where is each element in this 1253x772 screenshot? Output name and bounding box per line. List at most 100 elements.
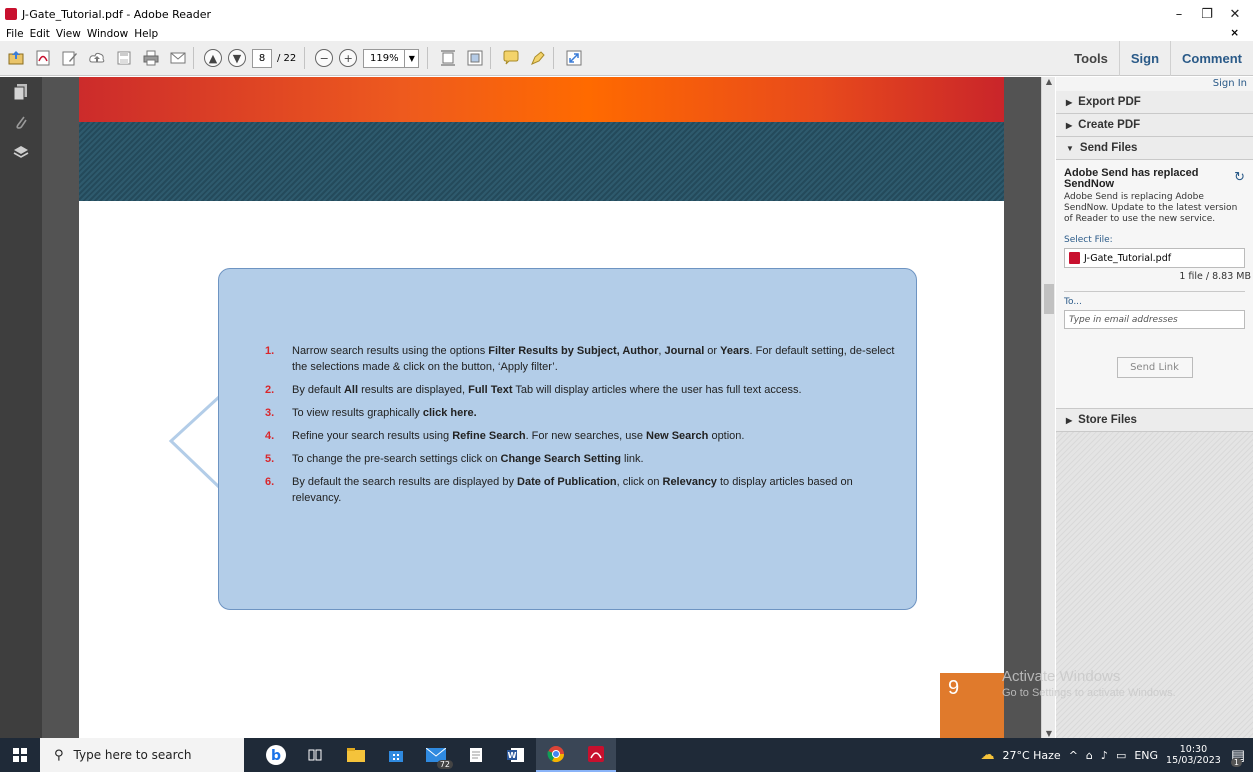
weather-text[interactable]: 27°C Haze xyxy=(1002,749,1060,762)
menu-view[interactable]: View xyxy=(56,28,81,40)
export-pdf-section[interactable]: ▶ Export PDF xyxy=(1056,91,1253,114)
refresh-icon[interactable]: ↻ xyxy=(1234,170,1245,185)
adobe-reader-taskbar-icon[interactable] xyxy=(576,738,616,772)
page-thumbnails-icon[interactable] xyxy=(0,77,42,107)
weather-icon[interactable]: ☁ xyxy=(980,747,994,763)
close-button[interactable]: ✕ xyxy=(1221,4,1249,24)
create-pdf-section[interactable]: ▶ Create PDF xyxy=(1056,114,1253,137)
list-item: 1. Narrow search results using the option… xyxy=(265,345,895,373)
minimize-button[interactable]: – xyxy=(1165,4,1193,24)
vertical-scrollbar[interactable]: ▲ ▼ xyxy=(1041,77,1055,738)
tools-panel: Sign In ▶ Export PDF ▶ Create PDF ▼ Send Fi… xyxy=(1056,77,1253,738)
zoom-level-input[interactable]: 119% xyxy=(363,48,406,68)
close-document-button[interactable]: × xyxy=(1230,27,1239,39)
expand-icon: ▶ xyxy=(1066,97,1073,107)
page-count: / 22 xyxy=(277,52,297,64)
store-icon[interactable] xyxy=(376,738,416,772)
list-item: 2. By default All results are displayed, … xyxy=(265,384,802,396)
list-item: 4. Refine your search results using Refin… xyxy=(265,430,745,442)
save-icon[interactable] xyxy=(113,47,135,69)
tab-sign[interactable]: Sign xyxy=(1118,41,1170,76)
document-view[interactable]: 1. Narrow search results using the option… xyxy=(42,77,1041,738)
restore-button[interactable]: ❐ xyxy=(1193,4,1221,24)
zoom-out-icon[interactable]: − xyxy=(315,49,334,67)
send-link-button[interactable]: Send Link xyxy=(1116,357,1193,378)
layers-icon[interactable] xyxy=(0,137,42,167)
previous-page-icon[interactable]: ▲ xyxy=(204,49,222,67)
toolbar: ▲ ▼ 8 / 22 − + 119% ▼ Tools Sign Comment xyxy=(0,41,1253,76)
edit-pdf-icon[interactable] xyxy=(59,47,81,69)
send-files-section[interactable]: ▼ Send Files xyxy=(1056,137,1253,160)
scroll-up-icon[interactable]: ▲ xyxy=(1042,77,1056,86)
email-input[interactable]: Type in email addresses xyxy=(1064,310,1245,329)
sign-in-link[interactable]: Sign In xyxy=(1056,77,1253,91)
task-view-icon[interactable] xyxy=(296,738,336,772)
send-description: Adobe Send is replacing Adobe SendNow. U… xyxy=(1064,192,1238,224)
menu-help[interactable]: Help xyxy=(134,28,158,40)
clock-date: 15/03/2023 xyxy=(1166,755,1221,766)
highlight-icon[interactable] xyxy=(527,47,549,69)
notepad-icon[interactable] xyxy=(456,738,496,772)
zoom-in-icon[interactable]: + xyxy=(339,49,358,67)
svg-text:b: b xyxy=(271,748,281,764)
search-placeholder: Type here to search xyxy=(73,748,192,762)
zoom-dropdown-icon[interactable]: ▼ xyxy=(405,48,420,68)
volume-icon[interactable]: ♪ xyxy=(1101,749,1108,762)
activation-watermark: Activate Windows Go to Settings to activ… xyxy=(1002,668,1176,699)
network-icon[interactable]: ⌂ xyxy=(1086,749,1093,762)
email-icon[interactable] xyxy=(167,47,189,69)
expand-icon: ▶ xyxy=(1066,415,1073,425)
pdf-file-icon xyxy=(1069,252,1080,264)
comment-icon[interactable] xyxy=(500,47,522,69)
menu-bar: File Edit View Window Help × xyxy=(0,27,1253,41)
page-number-badge: 9 xyxy=(940,673,1004,738)
scroll-down-icon[interactable]: ▼ xyxy=(1042,729,1056,738)
cloud-upload-icon[interactable] xyxy=(86,47,108,69)
word-icon[interactable]: W xyxy=(496,738,536,772)
notifications-icon[interactable]: ▤ 1 xyxy=(1230,746,1245,767)
next-page-icon[interactable]: ▼ xyxy=(228,49,246,67)
bing-icon[interactable]: b xyxy=(256,738,296,772)
list-item: 5. To change the pre-search settings clic… xyxy=(265,453,644,465)
tray-expand-icon[interactable]: ^ xyxy=(1069,749,1078,762)
collapse-icon: ▼ xyxy=(1066,143,1074,153)
chrome-icon[interactable] xyxy=(536,738,576,772)
start-button[interactable] xyxy=(0,738,40,772)
clock[interactable]: 10:30 15/03/2023 xyxy=(1166,744,1221,766)
tab-comment[interactable]: Comment xyxy=(1170,41,1253,76)
toolbar-separator xyxy=(553,47,555,69)
menu-window[interactable]: Window xyxy=(87,28,128,40)
search-icon: ⚲ xyxy=(54,747,64,763)
fit-width-icon[interactable] xyxy=(464,47,486,69)
tab-tools[interactable]: Tools xyxy=(1063,41,1119,76)
mail-icon[interactable]: 72 xyxy=(416,738,456,772)
title-bar: J-Gate_Tutorial.pdf - Adobe Reader – ❐ ✕ xyxy=(0,0,1253,28)
toolbar-separator xyxy=(427,47,429,69)
page-number-input[interactable]: 8 xyxy=(252,48,272,68)
send-files-body: Adobe Send has replaced SendNow ↻ Adobe … xyxy=(1056,160,1253,409)
fit-page-icon[interactable] xyxy=(437,47,459,69)
adobe-reader-icon xyxy=(5,8,17,20)
toolbar-separator xyxy=(490,47,492,69)
attachments-icon[interactable] xyxy=(0,107,42,137)
print-icon[interactable] xyxy=(140,47,162,69)
create-pdf-icon[interactable] xyxy=(32,47,54,69)
header-band-teal xyxy=(79,122,1004,201)
file-explorer-icon[interactable] xyxy=(336,738,376,772)
selected-file[interactable]: J-Gate_Tutorial.pdf xyxy=(1064,248,1245,268)
file-size-info: 1 file / 8.83 MB xyxy=(1179,271,1251,282)
scrollbar-thumb[interactable] xyxy=(1044,284,1054,314)
store-files-section[interactable]: ▶ Store Files xyxy=(1056,409,1253,432)
menu-file[interactable]: File xyxy=(6,28,24,40)
menu-edit[interactable]: Edit xyxy=(30,28,50,40)
display-icon[interactable]: ▭ xyxy=(1116,749,1126,762)
fullscreen-icon[interactable] xyxy=(563,47,585,69)
language-indicator[interactable]: ENG xyxy=(1134,749,1158,762)
instructions-list: 1. Narrow search results using the option… xyxy=(265,343,905,513)
notification-badge: 1 xyxy=(1230,758,1242,767)
divider xyxy=(1064,291,1245,292)
list-item: 3. To view results graphically click here… xyxy=(265,407,477,419)
expand-icon: ▶ xyxy=(1066,120,1073,130)
open-icon[interactable] xyxy=(5,47,27,69)
taskbar-search[interactable]: ⚲ Type here to search xyxy=(40,738,244,772)
